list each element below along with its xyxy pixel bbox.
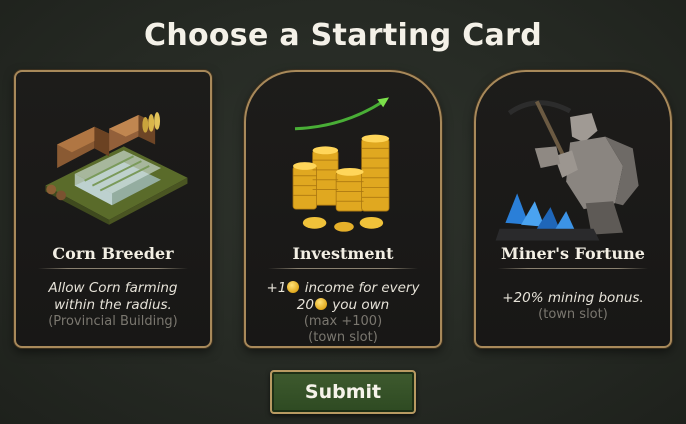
card-divider	[498, 268, 648, 269]
corn-breeder-art	[16, 86, 210, 246]
description-count: 20	[296, 297, 314, 313]
card-subtext-slot: (town slot)	[308, 330, 378, 345]
submit-button[interactable]: Submit	[270, 370, 416, 414]
card-description: +1 income for every 20 you own (max +100…	[256, 280, 430, 346]
description-middle: income for every	[300, 280, 420, 296]
coin-icon	[287, 281, 300, 293]
description-suffix: you own	[327, 297, 390, 313]
card-miners-fortune[interactable]: Miner's Fortune +20% mining bonus. (town…	[474, 70, 672, 348]
description-text: Allow Corn farming within the radius.	[48, 280, 178, 313]
card-title: Miner's Fortune	[501, 244, 645, 263]
card-corn-breeder[interactable]: Corn Breeder Allow Corn farming within t…	[14, 70, 212, 348]
coin-icon	[314, 298, 327, 310]
card-description: +20% mining bonus. (town slot)	[486, 290, 660, 323]
page-title: Choose a Starting Card	[144, 18, 542, 53]
card-subtext: (town slot)	[538, 307, 608, 322]
card-investment[interactable]: Investment +1 income for every 20 you ow…	[244, 70, 442, 348]
card-subtext-max: (max +100)	[303, 314, 383, 329]
investment-art	[246, 86, 440, 246]
description-text: +20% mining bonus.	[502, 290, 644, 306]
card-divider	[268, 268, 418, 269]
card-description: Allow Corn farming within the radius. (P…	[26, 280, 200, 330]
card-subtext: (Provincial Building)	[48, 314, 178, 329]
card-title: Corn Breeder	[52, 244, 174, 263]
description-prefix: +1	[266, 280, 287, 296]
card-title: Investment	[292, 244, 394, 263]
card-divider	[38, 268, 188, 269]
miners-fortune-art	[476, 86, 670, 246]
